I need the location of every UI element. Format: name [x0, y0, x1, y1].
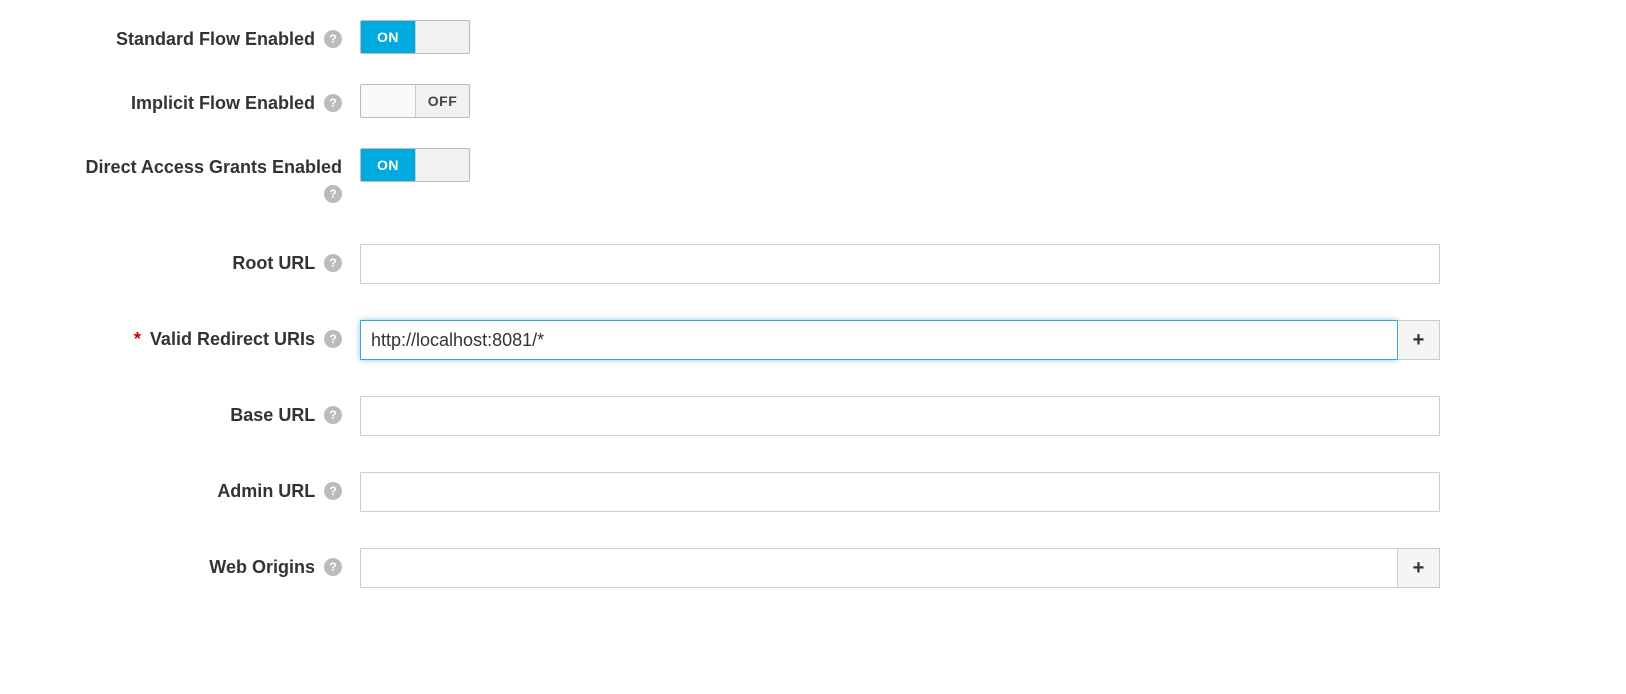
label-direct-access: Direct Access Grants Enabled ? [60, 148, 360, 208]
help-icon[interactable]: ? [324, 558, 342, 576]
label-admin-url: Admin URL ? [60, 472, 360, 505]
toggle-on-label: ON [361, 85, 415, 117]
row-admin-url: Admin URL ? [60, 472, 1566, 512]
label-implicit-flow: Implicit Flow Enabled ? [60, 84, 360, 117]
row-redirect-uris: * Valid Redirect URIs ? + [60, 320, 1566, 360]
root-url-input[interactable] [360, 244, 1440, 284]
control-direct-access: ON OFF [360, 148, 1440, 182]
toggle-on-label: ON [361, 149, 415, 181]
label-standard-flow: Standard Flow Enabled ? [60, 20, 360, 53]
control-root-url [360, 244, 1440, 284]
toggle-standard-flow[interactable]: ON OFF [360, 20, 470, 54]
label-text: Admin URL [217, 481, 315, 501]
label-text: Web Origins [209, 557, 315, 577]
add-web-origin-button[interactable]: + [1398, 548, 1440, 588]
toggle-off-label: OFF [415, 21, 469, 53]
toggle-implicit-flow[interactable]: ON OFF [360, 84, 470, 118]
row-root-url: Root URL ? [60, 244, 1566, 284]
add-redirect-uri-button[interactable]: + [1398, 320, 1440, 360]
required-marker: * [134, 329, 141, 349]
toggle-on-label: ON [361, 21, 415, 53]
label-text: Standard Flow Enabled [116, 29, 315, 49]
label-web-origins: Web Origins ? [60, 548, 360, 581]
label-text: Implicit Flow Enabled [131, 93, 315, 113]
help-icon[interactable]: ? [324, 94, 342, 112]
control-implicit-flow: ON OFF [360, 84, 1440, 118]
row-standard-flow: Standard Flow Enabled ? ON OFF [60, 20, 1566, 54]
control-web-origins: + [360, 548, 1440, 588]
toggle-direct-access[interactable]: ON OFF [360, 148, 470, 182]
label-base-url: Base URL ? [60, 396, 360, 429]
label-text: Root URL [232, 253, 315, 273]
label-text: Direct Access Grants Enabled [86, 157, 342, 177]
toggle-off-label: OFF [415, 85, 469, 117]
base-url-input[interactable] [360, 396, 1440, 436]
control-redirect-uris: + [360, 320, 1440, 360]
label-text: Valid Redirect URIs [150, 329, 315, 349]
help-icon[interactable]: ? [324, 482, 342, 500]
row-web-origins: Web Origins ? + [60, 548, 1566, 588]
control-admin-url [360, 472, 1440, 512]
help-icon[interactable]: ? [324, 406, 342, 424]
admin-url-input[interactable] [360, 472, 1440, 512]
help-icon[interactable]: ? [324, 330, 342, 348]
redirect-uris-input[interactable] [360, 320, 1398, 360]
web-origins-input[interactable] [360, 548, 1398, 588]
help-icon[interactable]: ? [324, 254, 342, 272]
row-base-url: Base URL ? [60, 396, 1566, 436]
label-root-url: Root URL ? [60, 244, 360, 277]
toggle-off-label: OFF [415, 149, 469, 181]
help-icon[interactable]: ? [324, 185, 342, 203]
row-implicit-flow: Implicit Flow Enabled ? ON OFF [60, 84, 1566, 118]
row-direct-access: Direct Access Grants Enabled ? ON OFF [60, 148, 1566, 208]
control-base-url [360, 396, 1440, 436]
help-icon[interactable]: ? [324, 30, 342, 48]
label-redirect-uris: * Valid Redirect URIs ? [60, 320, 360, 353]
label-text: Base URL [230, 405, 315, 425]
control-standard-flow: ON OFF [360, 20, 1440, 54]
